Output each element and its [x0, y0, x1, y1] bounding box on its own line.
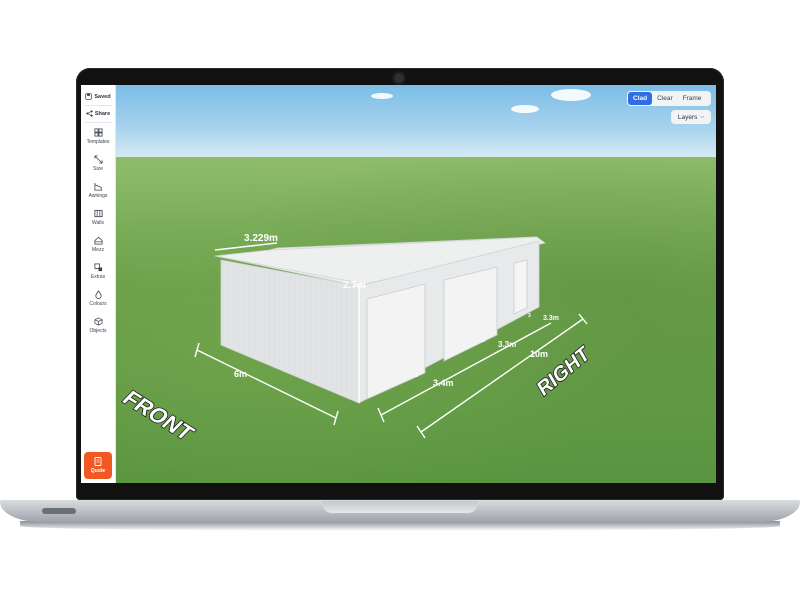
- bay-tick-1: 1: [415, 373, 418, 379]
- sidebar-item-extras[interactable]: Extras: [81, 263, 115, 280]
- saved-label: Saved: [94, 93, 111, 100]
- view-mode-clad[interactable]: Clad: [628, 92, 653, 105]
- sidebar-item-mezz[interactable]: Mezz: [81, 236, 115, 253]
- sidebar-item-templates[interactable]: Templates: [81, 128, 115, 145]
- share-button[interactable]: Share: [83, 107, 113, 120]
- share-label: Share: [94, 110, 111, 117]
- app-screen: 3.229m 2.7m 6m 3.4m 3.3m 3.3m 10m 1 2 3 …: [81, 85, 716, 483]
- resize-icon: [93, 155, 103, 164]
- saved-button[interactable]: Saved: [83, 90, 113, 103]
- laptop-notch: [322, 501, 478, 513]
- front-width-label: 6m: [234, 369, 247, 379]
- quote-label: Quote: [90, 468, 106, 474]
- extras-icon: [93, 263, 102, 272]
- sidebar-item-awnings[interactable]: Awnings: [81, 182, 115, 199]
- walls-icon: [93, 209, 103, 218]
- pa-door[interactable]: [513, 259, 528, 315]
- awning-icon: [93, 182, 102, 191]
- sidebar-item-label: Walls: [91, 220, 105, 226]
- roller-door-2[interactable]: [443, 266, 498, 362]
- shed-3d-viewport[interactable]: 3.229m 2.7m 6m 3.4m 3.3m 3.3m 10m 1 2 3 …: [81, 85, 716, 483]
- mezzanine-icon: [93, 236, 103, 245]
- wall-height-label: 2.7m: [343, 280, 366, 291]
- left-sidebar: Saved Share Templates Size Awnings Walls…: [81, 85, 116, 483]
- total-length-label: 10m: [530, 349, 548, 359]
- sidebar-item-label: Mezz: [92, 247, 104, 253]
- sidebar-item-label: Size: [93, 166, 103, 172]
- sidebar-item-label: Colours: [89, 301, 107, 307]
- colour-drop-icon: [94, 290, 102, 299]
- sidebar-item-label: Extras: [90, 274, 106, 280]
- bay-1-label: 3.4m: [433, 378, 454, 388]
- webcam-icon: [394, 73, 404, 83]
- templates-icon: [93, 128, 103, 137]
- sidebar-item-label: Awnings: [88, 193, 108, 199]
- roller-door-1[interactable]: [366, 283, 426, 400]
- roof-span-label: 3.229m: [244, 233, 278, 244]
- bay-3-label: 3.3m: [543, 315, 559, 322]
- laptop-shadow: [20, 521, 780, 531]
- bay-tick-3: 3: [528, 313, 531, 319]
- sidebar-item-walls[interactable]: Walls: [81, 209, 115, 226]
- view-mode-clear[interactable]: Clear: [652, 92, 678, 105]
- view-mode-frame[interactable]: Frame: [678, 92, 707, 105]
- quote-button[interactable]: Quote: [84, 452, 112, 479]
- view-mode-toggle: Clad Clear Frame: [627, 91, 711, 106]
- layers-label: Layers: [677, 113, 698, 121]
- sidebar-item-label: Templates: [86, 139, 110, 145]
- sidebar-item-label: Objects: [89, 328, 107, 334]
- chevron-down-icon: ⌵: [700, 114, 705, 120]
- share-icon: [86, 110, 93, 117]
- quote-document-icon: [94, 457, 102, 466]
- laptop-foot: [42, 508, 76, 514]
- bay-2-label: 3.3m: [498, 340, 516, 349]
- sidebar-item-colours[interactable]: Colours: [81, 290, 115, 307]
- save-icon: [85, 93, 93, 100]
- cube-icon: [94, 317, 102, 326]
- sidebar-item-size[interactable]: Size: [81, 155, 115, 172]
- sidebar-item-objects[interactable]: Objects: [81, 317, 115, 334]
- layers-dropdown[interactable]: Layers ⌵: [671, 110, 711, 124]
- bay-tick-2: 2: [482, 338, 485, 344]
- front-ground-label: FRONT: [117, 386, 199, 445]
